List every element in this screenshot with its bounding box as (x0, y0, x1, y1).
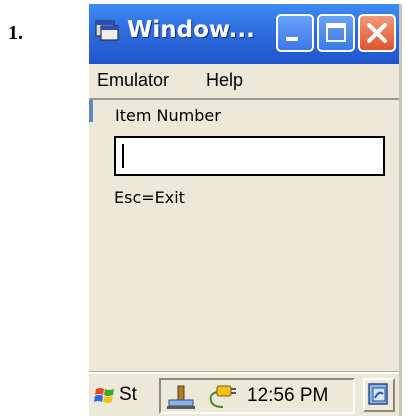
title-bar[interactable]: Window... (89, 4, 399, 64)
form-area: Item Number Esc=Exit (89, 100, 399, 372)
taskbar: St 12:56 PM (89, 372, 399, 416)
item-number-input[interactable] (114, 136, 385, 176)
close-button[interactable] (358, 14, 396, 52)
system-tray: 12:56 PM (159, 378, 355, 414)
menu-emulator[interactable]: Emulator (97, 70, 169, 91)
minimize-button[interactable] (276, 14, 314, 52)
item-number-label: Item Number (115, 106, 221, 125)
app-window-icon (95, 18, 119, 42)
exit-hint: Esc=Exit (114, 188, 185, 207)
task-switcher-icon (368, 383, 388, 405)
maximize-button[interactable] (317, 14, 355, 52)
maximize-icon (326, 23, 346, 42)
menu-help[interactable]: Help (206, 70, 243, 91)
task-switcher-button[interactable] (363, 378, 395, 412)
text-caret (122, 144, 124, 168)
minimize-icon (286, 37, 298, 41)
clock[interactable]: 12:56 PM (247, 385, 328, 407)
step-number: 1. (8, 22, 23, 44)
client-edge (89, 100, 93, 122)
power-plug-icon[interactable] (205, 384, 237, 410)
menu-bar: Emulator Help (89, 64, 399, 100)
start-label: St (119, 384, 137, 405)
start-button[interactable]: St (91, 378, 153, 414)
window-title: Window... (127, 17, 255, 43)
usb-icon[interactable] (165, 384, 197, 410)
close-icon (367, 23, 387, 43)
windows-flag-icon (94, 388, 114, 403)
device-screen: Window... Emulator Help Item Number Esc=… (89, 4, 402, 416)
